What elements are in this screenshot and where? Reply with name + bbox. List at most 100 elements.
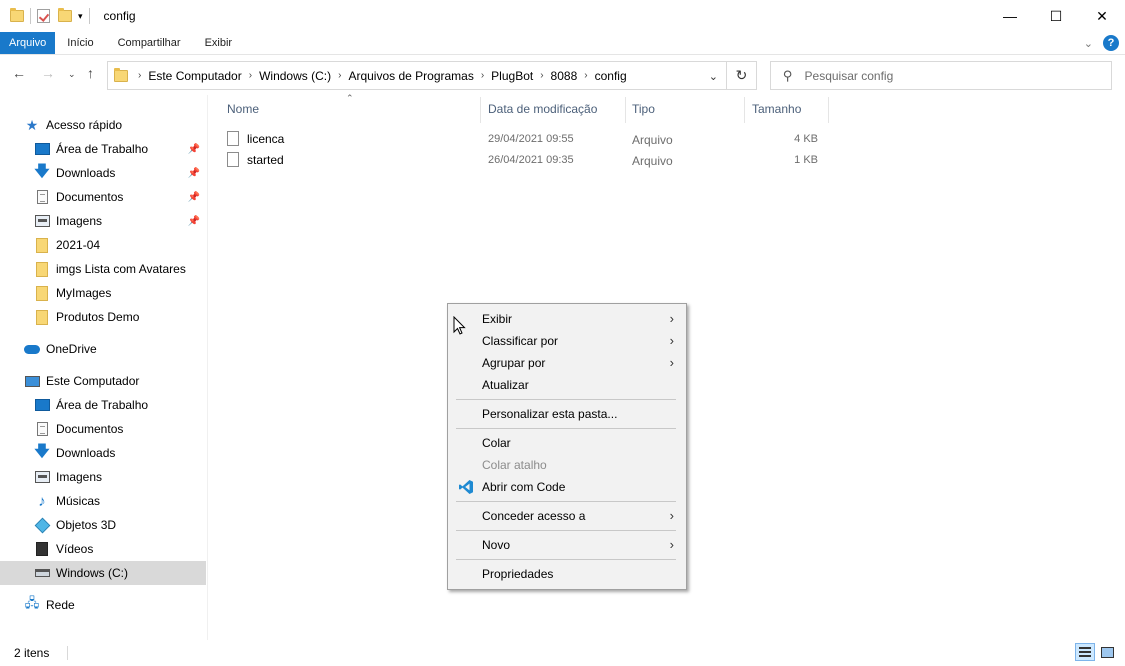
sidebar-item-imgs-lista-com-avatares[interactable]: imgs Lista com Avatares: [0, 257, 206, 281]
breadcrumb-config[interactable]: config: [595, 69, 627, 83]
folder-icon: [36, 285, 48, 301]
breadcrumb-plugbot[interactable]: PlugBot: [491, 69, 533, 83]
back-arrow-icon[interactable]: ←: [12, 65, 26, 81]
sidebar-item-pc-area-de-trabalho[interactable]: Área de Trabalho: [0, 393, 206, 417]
sidebar-item-imagens[interactable]: Imagens 📌: [0, 209, 206, 233]
sidebar-item-pc-windows-c[interactable]: Windows (C:): [0, 561, 206, 585]
refresh-button[interactable]: ↻: [727, 61, 757, 90]
sidebar-item-downloads[interactable]: 🡇 Downloads 📌: [0, 161, 206, 185]
large-icons-view-button[interactable]: [1097, 643, 1117, 661]
menu-item-colar[interactable]: Colar: [448, 432, 686, 454]
chevron-right-icon[interactable]: ›: [338, 70, 341, 81]
address-history-icon[interactable]: ⌄: [709, 70, 718, 83]
file-type: Arquivo: [632, 154, 673, 168]
refresh-icon: ↻: [735, 67, 748, 83]
chevron-right-icon[interactable]: ›: [481, 70, 484, 81]
menu-item-personalizar-pasta[interactable]: Personalizar esta pasta...: [448, 403, 686, 425]
file-size: 1 KB: [794, 154, 818, 166]
document-icon: [36, 422, 48, 436]
sidebar-item-myimages[interactable]: MyImages: [0, 281, 206, 305]
chevron-right-icon: ›: [669, 355, 674, 370]
cube-3d-icon: [34, 517, 50, 533]
menu-item-agrupar-por[interactable]: Agrupar por ›: [448, 352, 686, 374]
sidebar-item-area-de-trabalho[interactable]: Área de Trabalho 📌: [0, 137, 206, 161]
desktop-icon: [34, 143, 50, 155]
sidebar-item-onedrive[interactable]: OneDrive: [0, 337, 206, 361]
forward-arrow-icon[interactable]: →: [41, 65, 55, 81]
breadcrumb-windows-c[interactable]: Windows (C:): [259, 69, 331, 83]
file-name: licenca: [247, 131, 285, 146]
customize-toolbar-icon[interactable]: ▾: [78, 11, 83, 22]
large-icons-view-icon: [1100, 646, 1114, 658]
table-row[interactable]: licenca 29/04/2021 09:55 Arquivo 4 KB: [221, 128, 821, 149]
file-type: Arquivo: [632, 133, 673, 147]
desktop-icon: [34, 399, 50, 411]
search-icon: ⚲: [783, 67, 793, 83]
properties-icon[interactable]: [37, 9, 50, 23]
menu-item-conceder-acesso[interactable]: Conceder acesso a ›: [448, 505, 686, 527]
search-input[interactable]: ⚲ Pesquisar config: [770, 61, 1112, 90]
address-bar[interactable]: › Este Computador › Windows (C:) › Arqui…: [107, 61, 727, 90]
sidebar-item-pc-objetos-3d[interactable]: Objetos 3D: [0, 513, 206, 537]
cloud-icon: [24, 344, 40, 354]
menu-separator: [456, 428, 676, 429]
new-folder-icon[interactable]: [58, 8, 72, 22]
sidebar-item-documentos[interactable]: Documentos 📌: [0, 185, 206, 209]
tab-compartilhar[interactable]: Compartilhar: [106, 32, 193, 54]
sidebar-item-pc-videos[interactable]: Vídeos: [0, 537, 206, 561]
folder-icon: [114, 67, 128, 82]
column-header-tipo[interactable]: Tipo: [632, 95, 655, 123]
details-view-icon: [1079, 647, 1091, 657]
column-header-data-modificacao[interactable]: Data de modificação: [488, 95, 597, 123]
table-row[interactable]: started 26/04/2021 09:35 Arquivo 1 KB: [221, 149, 821, 170]
menu-item-novo[interactable]: Novo ›: [448, 534, 686, 556]
navigation-pane: ★ Acesso rápido Área de Trabalho 📌 🡇 Dow…: [0, 95, 208, 640]
help-icon[interactable]: ?: [1103, 35, 1119, 51]
menu-item-classificar-por[interactable]: Classificar por ›: [448, 330, 686, 352]
tab-arquivo[interactable]: Arquivo: [0, 32, 56, 54]
maximize-button[interactable]: ☐: [1033, 0, 1079, 32]
sidebar-item-este-computador[interactable]: Este Computador: [0, 369, 206, 393]
menu-item-atualizar[interactable]: Atualizar: [448, 374, 686, 396]
breadcrumb-8088[interactable]: 8088: [551, 69, 578, 83]
menu-item-exibir[interactable]: Exibir ›: [448, 308, 686, 330]
sidebar-item-rede[interactable]: 🖧 Rede: [0, 593, 206, 617]
search-placeholder: Pesquisar config: [804, 68, 894, 83]
download-icon: 🡇: [34, 162, 50, 180]
menu-separator: [456, 501, 676, 502]
sidebar-item-pc-documentos[interactable]: Documentos: [0, 417, 206, 441]
up-arrow-icon[interactable]: ↑: [87, 65, 94, 81]
chevron-right-icon[interactable]: ›: [584, 70, 587, 81]
details-view-button[interactable]: [1075, 643, 1095, 661]
minimize-button[interactable]: —: [987, 0, 1033, 32]
sidebar-item-acesso-rapido[interactable]: ★ Acesso rápido: [0, 113, 206, 137]
menu-separator: [456, 399, 676, 400]
chevron-right-icon[interactable]: ›: [138, 70, 141, 81]
navigation-bar: ← → ⌄ ↑ › Este Computador › Windows (C:)…: [0, 55, 1125, 95]
ribbon-tabs: Arquivo Início Compartilhar Exibir ⌄ ?: [0, 32, 1125, 55]
sidebar-item-produtos-demo[interactable]: Produtos Demo: [0, 305, 206, 329]
sidebar-item-2021-04[interactable]: 2021-04: [0, 233, 206, 257]
file-name: started: [247, 152, 284, 167]
tab-inicio[interactable]: Início: [55, 32, 105, 54]
status-bar: 2 itens: [0, 640, 1125, 666]
sidebar-item-pc-downloads[interactable]: 🡇 Downloads: [0, 441, 206, 465]
recent-locations-icon[interactable]: ⌄: [68, 69, 76, 80]
close-button[interactable]: ✕: [1079, 0, 1125, 32]
sidebar-item-pc-imagens[interactable]: Imagens: [0, 465, 206, 489]
item-count: 2 itens: [14, 646, 50, 660]
column-header-nome[interactable]: Nome: [227, 95, 259, 123]
tab-exibir[interactable]: Exibir: [193, 32, 245, 54]
menu-item-propriedades[interactable]: Propriedades: [448, 563, 686, 585]
breadcrumb-este-computador[interactable]: Este Computador: [148, 69, 241, 83]
folder-icon: [10, 8, 24, 22]
expand-ribbon-icon[interactable]: ⌄: [1084, 37, 1093, 50]
window-controls: — ☐ ✕: [987, 0, 1125, 32]
menu-item-abrir-com-code[interactable]: Abrir com Code: [448, 476, 686, 498]
context-menu: Exibir › Classificar por › Agrupar por ›…: [447, 303, 687, 590]
breadcrumb-arquivos-de-programas[interactable]: Arquivos de Programas: [348, 69, 473, 83]
chevron-right-icon[interactable]: ›: [540, 70, 543, 81]
column-header-tamanho[interactable]: Tamanho: [752, 95, 801, 123]
chevron-right-icon[interactable]: ›: [249, 70, 252, 81]
sidebar-item-pc-musicas[interactable]: ♪ Músicas: [0, 489, 206, 513]
